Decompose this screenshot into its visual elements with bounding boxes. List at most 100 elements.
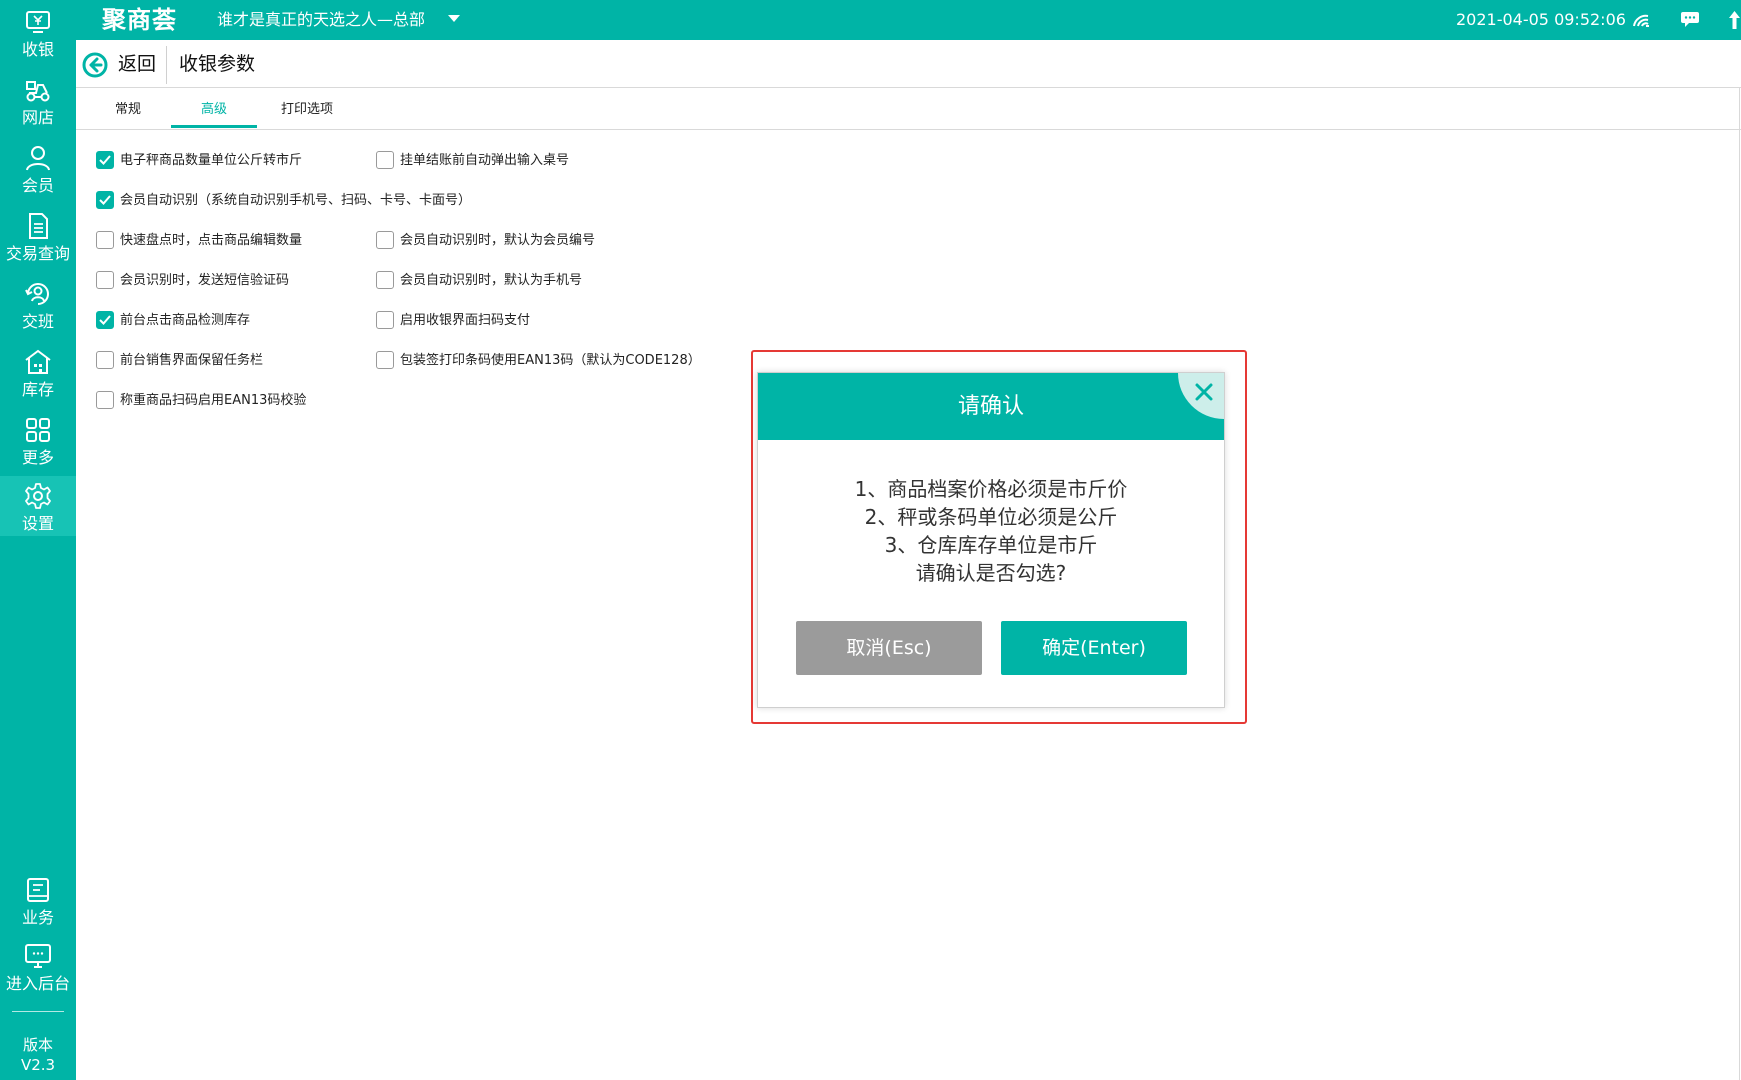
datetime: 2021-04-05 09:52:06 bbox=[1456, 10, 1626, 29]
check-icon bbox=[99, 155, 111, 165]
option-label: 会员识别时，发送短信验证码 bbox=[120, 273, 290, 288]
check-icon bbox=[99, 195, 111, 205]
back-button[interactable]: 返回 bbox=[118, 52, 156, 76]
option-label: 挂单结账前自动弹出输入桌号 bbox=[400, 153, 570, 168]
dialog-line: 2、秤或条码单位必须是公斤 bbox=[864, 505, 1118, 529]
checkbox-unchecked[interactable] bbox=[96, 351, 114, 369]
option-label: 电子秤商品数量单位公斤转市斤 bbox=[120, 153, 303, 168]
header-divider bbox=[166, 46, 167, 84]
option-kg-to-jin[interactable]: 电子秤商品数量单位公斤转市斤 bbox=[96, 149, 356, 171]
active-tab-indicator bbox=[171, 125, 257, 128]
store-selector[interactable]: 谁才是真正的天选之人—总部 bbox=[217, 10, 425, 30]
option-quick-stocktake-edit[interactable]: 快速盘点时，点击商品编辑数量 bbox=[96, 229, 356, 251]
checkbox-checked[interactable] bbox=[96, 311, 114, 329]
checkbox-checked[interactable] bbox=[96, 191, 114, 209]
page-title: 收银参数 bbox=[179, 53, 256, 75]
sidebar-item-label: 收银 bbox=[21, 40, 54, 59]
cancel-button[interactable]: 取消(Esc) bbox=[796, 621, 982, 675]
option-member-auto-identify[interactable]: 会员自动识别（系统自动识别手机号、扫码、卡号、卡面号） bbox=[96, 189, 596, 211]
check-icon bbox=[99, 315, 111, 325]
checkbox-unchecked[interactable] bbox=[376, 351, 394, 369]
sidebar-item-label: 进入后台 bbox=[5, 974, 70, 993]
sidebar-item-cashier[interactable]: 收银 bbox=[0, 4, 76, 68]
wifi-icon[interactable] bbox=[1632, 12, 1650, 28]
option-table-number-popup[interactable]: 挂单结账前自动弹出输入桌号 bbox=[376, 149, 636, 171]
option-label: 前台销售界面保留任务栏 bbox=[120, 353, 264, 368]
option-default-member-number[interactable]: 会员自动识别时，默认为会员编号 bbox=[376, 229, 636, 251]
sidebar-item-shift[interactable]: 交班 bbox=[0, 276, 76, 340]
document-icon bbox=[29, 213, 48, 239]
tab-bar: 常规 高级 打印选项 bbox=[76, 88, 1741, 130]
sidebar-item-backend[interactable]: 进入后台 bbox=[0, 938, 76, 1002]
tab-advanced[interactable]: 高级 bbox=[194, 101, 234, 119]
dialog-line: 请确认是否勾选? bbox=[915, 561, 1067, 585]
sidebar-item-more[interactable]: 更多 bbox=[0, 412, 76, 476]
checkbox-unchecked[interactable] bbox=[376, 311, 394, 329]
sidebar-item-online-store[interactable]: 网店 bbox=[0, 72, 76, 136]
member-icon bbox=[26, 146, 50, 171]
sidebar-item-label: 更多 bbox=[21, 448, 54, 467]
sidebar-item-label: 库存 bbox=[21, 380, 54, 399]
dialog-line: 1、商品档案价格必须是市斤价 bbox=[854, 477, 1128, 501]
checkbox-checked[interactable] bbox=[96, 151, 114, 169]
option-label: 包装签打印条码使用EAN13码（默认为CODE128） bbox=[400, 353, 701, 368]
sidebar-item-label: 设置 bbox=[21, 514, 54, 533]
tab-general[interactable]: 常规 bbox=[108, 101, 148, 119]
version-number: V2.3 bbox=[20, 1056, 56, 1074]
option-ean13-label[interactable]: 包装签打印条码使用EAN13码（默认为CODE128） bbox=[376, 349, 736, 371]
sidebar-item-label: 会员 bbox=[21, 176, 54, 195]
version-label: 版本 bbox=[22, 1036, 53, 1054]
option-default-phone-number[interactable]: 会员自动识别时，默认为手机号 bbox=[376, 269, 636, 291]
sidebar-item-label: 交易查询 bbox=[5, 244, 70, 263]
option-label: 称重商品扫码启用EAN13码校验 bbox=[120, 393, 307, 408]
sidebar-item-member[interactable]: 会员 bbox=[0, 140, 76, 204]
content-border bbox=[1739, 88, 1740, 1080]
sidebar-item-transactions[interactable]: 交易查询 bbox=[0, 208, 76, 272]
option-label: 启用收银界面扫码支付 bbox=[400, 313, 531, 328]
page-header: 返回 收银参数 bbox=[76, 40, 1741, 88]
option-label: 会员自动识别（系统自动识别手机号、扫码、卡号、卡面号） bbox=[120, 193, 472, 208]
grid-icon bbox=[26, 418, 50, 442]
monitor-icon bbox=[25, 944, 51, 968]
sidebar: 收银 网店 会员 交易查询 交班 库存 更多 设置 业务 进入后台 版本 V2.… bbox=[0, 0, 76, 1080]
delivery-icon bbox=[26, 81, 50, 102]
checkbox-unchecked[interactable] bbox=[96, 231, 114, 249]
checkbox-unchecked[interactable] bbox=[376, 151, 394, 169]
dialog-header: 请确认 bbox=[758, 373, 1224, 440]
sidebar-item-business[interactable]: 业务 bbox=[0, 872, 76, 936]
sidebar-item-inventory[interactable]: 库存 bbox=[0, 344, 76, 408]
sidebar-item-settings[interactable]: 设置 bbox=[0, 476, 76, 536]
cashier-icon bbox=[26, 11, 50, 33]
checkbox-unchecked[interactable] bbox=[376, 271, 394, 289]
checkbox-unchecked[interactable] bbox=[96, 271, 114, 289]
confirm-button[interactable]: 确定(Enter) bbox=[1001, 621, 1187, 675]
option-label: 快速盘点时，点击商品编辑数量 bbox=[120, 233, 303, 248]
checkbox-unchecked[interactable] bbox=[96, 391, 114, 409]
checkbox-unchecked[interactable] bbox=[376, 231, 394, 249]
back-arrow-icon[interactable] bbox=[82, 52, 108, 78]
confirm-dialog: 请确认 1、商品档案价格必须是市斤价 2、秤或条码单位必须是公斤 3、仓库库存单… bbox=[757, 372, 1225, 708]
dialog-title: 请确认 bbox=[957, 394, 1024, 419]
upload-icon[interactable] bbox=[1728, 10, 1741, 30]
dialog-line: 3、仓库库存单位是市斤 bbox=[884, 533, 1098, 557]
gear-icon bbox=[25, 483, 51, 509]
option-check-stock[interactable]: 前台点击商品检测库存 bbox=[96, 309, 356, 331]
option-keep-taskbar[interactable]: 前台销售界面保留任务栏 bbox=[96, 349, 356, 371]
option-label: 会员自动识别时，默认为会员编号 bbox=[400, 233, 596, 248]
chevron-down-icon[interactable] bbox=[448, 15, 460, 22]
option-ean13-weigh-check[interactable]: 称重商品扫码启用EAN13码校验 bbox=[96, 389, 356, 411]
app-logo: 聚商荟 bbox=[102, 5, 177, 34]
message-icon[interactable] bbox=[1680, 11, 1700, 27]
option-scan-payment[interactable]: 启用收银界面扫码支付 bbox=[376, 309, 636, 331]
warehouse-icon bbox=[25, 349, 51, 374]
sidebar-item-label: 业务 bbox=[21, 908, 54, 927]
option-sms-verification[interactable]: 会员识别时，发送短信验证码 bbox=[96, 269, 356, 291]
shift-icon bbox=[25, 283, 49, 305]
close-icon[interactable] bbox=[1193, 381, 1215, 403]
book-icon bbox=[27, 878, 49, 902]
sidebar-item-label: 网店 bbox=[21, 108, 54, 127]
tab-print-options[interactable]: 打印选项 bbox=[272, 101, 342, 119]
sidebar-item-label: 交班 bbox=[21, 312, 54, 331]
dialog-message: 1、商品档案价格必须是市斤价 2、秤或条码单位必须是公斤 3、仓库库存单位是市斤… bbox=[758, 475, 1224, 587]
top-bar: 聚商荟 谁才是真正的天选之人—总部 2021-04-05 09:52:06 bbox=[0, 0, 1741, 40]
